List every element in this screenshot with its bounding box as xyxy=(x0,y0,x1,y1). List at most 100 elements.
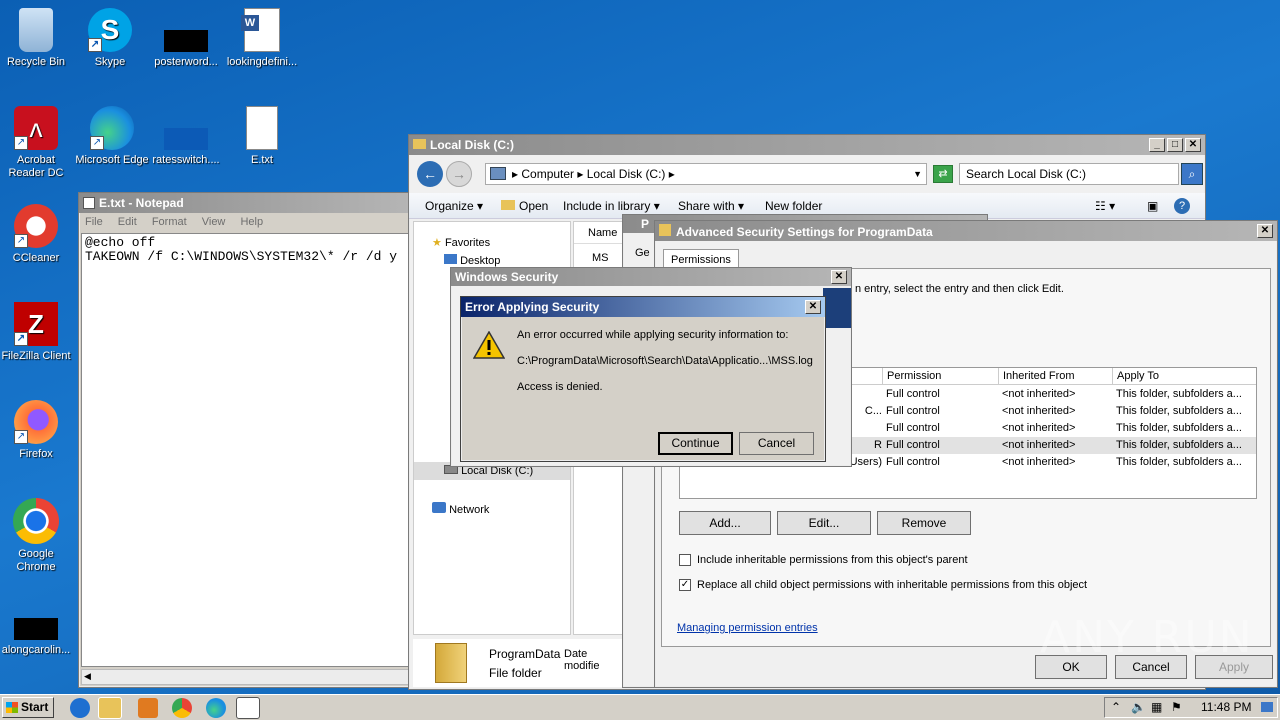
menu-help[interactable]: Help xyxy=(240,216,263,228)
back-button[interactable]: ← xyxy=(417,161,443,187)
cancel-button[interactable]: Cancel xyxy=(739,432,814,455)
menu-view[interactable]: View xyxy=(202,216,226,228)
desktop-icon-lookingdefini[interactable]: W lookingdefini... xyxy=(222,8,302,69)
show-desktop-icon[interactable] xyxy=(1261,702,1273,712)
minimize-button[interactable]: _ xyxy=(1149,138,1165,152)
forward-button[interactable]: → xyxy=(446,161,472,187)
desktop-icon-edge[interactable]: ↗ Microsoft Edge xyxy=(72,106,152,167)
security-tray-icon[interactable]: ⚑ xyxy=(1171,698,1182,717)
advanced-security-titlebar[interactable]: Advanced Security Settings for ProgramDa… xyxy=(655,221,1277,241)
continue-button[interactable]: Continue xyxy=(658,432,733,455)
windows-logo-icon xyxy=(6,702,18,713)
network-tray-icon[interactable]: ▦ xyxy=(1151,698,1162,717)
close-button[interactable]: ✕ xyxy=(1257,224,1273,238)
remove-button[interactable]: Remove xyxy=(877,511,971,535)
details-name: ProgramData xyxy=(489,647,561,661)
add-button[interactable]: Add... xyxy=(679,511,771,535)
anyrun-watermark: ANY RUN xyxy=(1040,612,1254,663)
close-button[interactable]: ✕ xyxy=(831,270,847,284)
checkbox-unchecked[interactable] xyxy=(679,554,691,567)
breadcrumb-local-disk[interactable]: Local Disk (C:) xyxy=(587,167,666,181)
nav-network[interactable]: Network xyxy=(432,502,489,516)
chevron-down-icon[interactable]: ▼ xyxy=(913,164,922,184)
nav-favorites[interactable]: ★ Favorites xyxy=(432,236,490,249)
column-header-permission[interactable]: Permission xyxy=(882,368,998,385)
desktop-icon-acrobat[interactable]: ᴧ ↗ Acrobat Reader DC xyxy=(0,106,76,180)
recycle-bin-icon xyxy=(19,8,53,52)
notepad-menubar: File Edit Format View Help xyxy=(79,213,417,231)
column-header-apply-to[interactable]: Apply To xyxy=(1112,368,1258,385)
details-modified-label: Date modifie xyxy=(564,648,600,672)
desktop-icon-skype[interactable]: S ↗ Skype xyxy=(70,8,150,69)
taskbar-edge-icon[interactable] xyxy=(206,698,226,718)
error-detail: Access is denied. xyxy=(517,381,603,393)
text-file-icon xyxy=(246,106,278,150)
taskbar-explorer-icon[interactable] xyxy=(98,697,122,719)
nav-desktop[interactable]: Desktop xyxy=(444,254,500,267)
details-pane: ProgramData Date modifie File folder xyxy=(413,639,623,687)
preview-pane-icon[interactable]: ▣ xyxy=(1147,193,1158,219)
scroll-left-icon[interactable]: ◀ xyxy=(84,671,91,682)
menu-file[interactable]: File xyxy=(85,216,103,228)
desktop-icon-etxt[interactable]: E.txt xyxy=(222,106,302,167)
clock[interactable]: 11:48 PM xyxy=(1201,698,1251,717)
organize-button[interactable]: Organize ▾ xyxy=(425,193,483,219)
file-icon xyxy=(164,30,208,52)
taskbar-chrome-icon[interactable] xyxy=(172,698,192,718)
checkbox-checked[interactable]: ✓ xyxy=(679,579,691,592)
chrome-icon xyxy=(13,498,59,544)
desktop-icon-filezilla[interactable]: Z ↗ FileZilla Client xyxy=(0,302,76,363)
warning-icon xyxy=(472,330,506,359)
file-icon xyxy=(164,128,208,150)
tab-general[interactable]: Ge xyxy=(635,247,650,259)
edit-button[interactable]: Edit... xyxy=(777,511,871,535)
replace-child-checkbox[interactable]: ✓ Replace all child object permissions wi… xyxy=(679,579,1087,592)
volume-icon[interactable]: 🔈 xyxy=(1131,698,1146,717)
address-bar[interactable]: ▸ Computer ▸ Local Disk (C:) ▸ ▼ xyxy=(485,163,927,185)
ccleaner-icon: ↗ xyxy=(14,204,58,248)
close-button[interactable]: ✕ xyxy=(805,300,821,314)
desktop-icon-ccleaner[interactable]: ↗ CCleaner xyxy=(0,204,76,265)
view-options-icon[interactable]: ☷ ▾ xyxy=(1095,193,1115,219)
search-input[interactable]: Search Local Disk (C:) xyxy=(959,163,1179,185)
refresh-button[interactable]: ⇄ xyxy=(933,165,953,183)
breadcrumb-sep: ▸ xyxy=(668,167,675,181)
menu-format[interactable]: Format xyxy=(152,216,187,228)
explorer-titlebar[interactable]: Local Disk (C:) _ □ ✕ xyxy=(409,135,1205,155)
breadcrumb-computer[interactable]: Computer xyxy=(521,167,574,181)
start-button[interactable]: Start xyxy=(2,697,54,718)
horizontal-scrollbar[interactable]: ◀ xyxy=(81,669,415,685)
column-header-inherited[interactable]: Inherited From xyxy=(998,368,1112,385)
error-dialog-titlebar[interactable]: Error Applying Security ✕ xyxy=(461,297,825,317)
folder-icon xyxy=(413,139,426,149)
search-icon[interactable]: ⌕ xyxy=(1181,163,1203,185)
close-button[interactable]: ✕ xyxy=(1185,138,1201,152)
menu-edit[interactable]: Edit xyxy=(118,216,137,228)
taskbar-notepad-icon[interactable] xyxy=(236,697,260,719)
notepad-window: E.txt - Notepad File Edit Format View He… xyxy=(78,192,418,688)
maximize-button[interactable]: □ xyxy=(1167,138,1183,152)
desktop-icon-firefox[interactable]: ↗ Firefox xyxy=(0,400,76,461)
desktop-icon-recycle-bin[interactable]: Recycle Bin xyxy=(0,8,76,69)
word-document-icon: W xyxy=(241,8,280,52)
taskbar-ie-icon[interactable] xyxy=(70,698,90,718)
notepad-titlebar[interactable]: E.txt - Notepad xyxy=(79,193,417,213)
include-inheritable-checkbox[interactable]: Include inheritable permissions from thi… xyxy=(679,554,968,567)
details-type: File folder xyxy=(489,666,542,680)
show-hidden-icons-icon[interactable]: ⌃ xyxy=(1111,698,1121,717)
tab-permissions[interactable]: Permissions xyxy=(663,249,739,269)
desktop-icon-posterword[interactable]: posterword... xyxy=(146,8,226,69)
managing-permissions-link[interactable]: Managing permission entries xyxy=(677,622,818,634)
open-button[interactable]: Open xyxy=(501,193,548,219)
windows-security-titlebar[interactable]: Windows Security ✕ xyxy=(451,268,851,286)
breadcrumb-sep: ▸ xyxy=(577,167,587,181)
help-icon[interactable]: ? xyxy=(1174,198,1190,214)
desktop-icon-chrome[interactable]: Google Chrome xyxy=(0,498,76,574)
firefox-icon: ↗ xyxy=(14,400,58,444)
taskbar-media-icon[interactable] xyxy=(138,698,158,718)
notepad-text-area[interactable]: @echo off TAKEOWN /f C:\WINDOWS\SYSTEM32… xyxy=(81,233,415,667)
desktop-icon-alongcarolin[interactable]: alongcarolin... xyxy=(0,596,76,657)
text-line: @echo off xyxy=(85,235,156,250)
selection-highlight xyxy=(823,288,851,328)
desktop-icon-ratesswitch[interactable]: ratesswitch.... xyxy=(146,106,226,167)
